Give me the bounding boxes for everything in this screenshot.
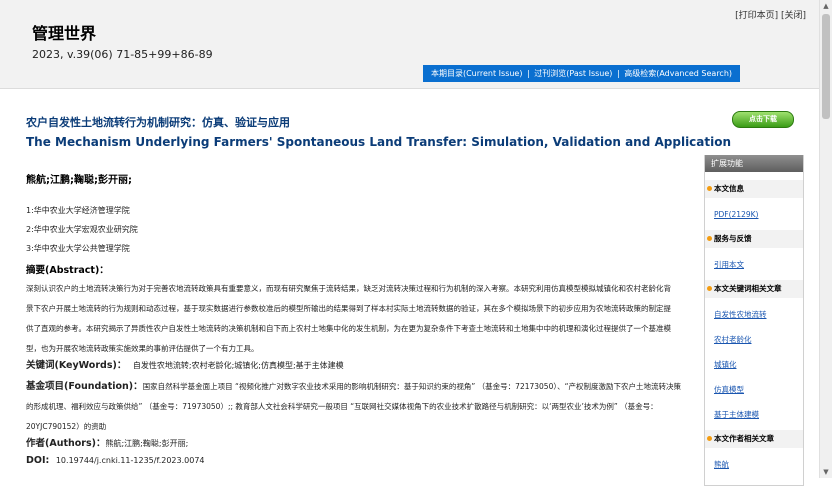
keyword-link[interactable]: 自发性农地流转	[714, 309, 767, 320]
section-service: 服务与反馈	[705, 230, 803, 248]
authors-line: 熊航;江鹏;鞠聪;彭开丽;	[26, 175, 132, 186]
past-issue-link[interactable]: 过刊浏览(Past Issue)	[534, 69, 612, 78]
authors-text: 熊航;江鹏;鞠聪;彭开丽;	[105, 439, 189, 448]
extension-panel-header: 扩展功能	[705, 155, 803, 172]
keyword-link[interactable]: 农村老龄化	[714, 334, 752, 345]
issue-info: 2023, v.39(06) 71-85+99+86-89	[32, 48, 213, 61]
top-links: [打印本页] [关闭]	[735, 8, 806, 21]
authors-label: 作者(Authors)：	[26, 438, 106, 449]
scroll-down-icon[interactable]: ▼	[820, 466, 832, 478]
scroll-up-icon[interactable]: ▲	[820, 0, 832, 12]
keyword-link[interactable]: 仿真模型	[714, 384, 744, 395]
nav-separator: |	[616, 69, 620, 78]
doi-text: 10.19744/j.cnki.11-1235/f.2023.0074	[55, 456, 205, 465]
author-link[interactable]: 熊航	[714, 459, 729, 470]
section-keyword-articles: 本文关键词相关文章	[705, 280, 803, 298]
current-issue-link[interactable]: 本期目录(Current Issue)	[431, 69, 523, 78]
keyword-link[interactable]: 城镇化	[714, 359, 737, 370]
doi-label: DOI:	[26, 455, 50, 466]
pdf-link[interactable]: PDF(2129K)	[714, 210, 758, 219]
extension-panel: 扩展功能 本文信息 PDF(2129K) 服务与反馈 引用本文 本文关键词相关文…	[704, 155, 804, 486]
keywords-label: 关键词(KeyWords)：	[26, 360, 127, 371]
advanced-search-link[interactable]: 高级检索(Advanced Search)	[624, 69, 732, 78]
page-header: 管理世界 2023, v.39(06) 71-85+99+86-89 [打印本页…	[0, 0, 820, 89]
close-link[interactable]: [关闭]	[781, 11, 806, 21]
scroll-thumb[interactable]	[822, 14, 830, 119]
abstract-label: 摘要(Abstract)：	[26, 265, 109, 276]
keyword-link[interactable]: 基于主体建模	[714, 409, 759, 420]
keywords-text: 自发性农地流转;农村老龄化;城镇化;仿真模型;基于主体建模	[132, 361, 344, 370]
authors-row: 作者(Authors)：熊航;江鹏;鞠聪;彭开丽;	[26, 435, 188, 449]
section-article-info: 本文信息	[705, 180, 803, 198]
funding-label: 基金项目(Foundation)：	[26, 381, 143, 392]
abstract-text: 深刻认识农户的土地流转决策行为对于完善农地流转政策具有重要意义，而现有研究聚焦于…	[26, 284, 671, 353]
affiliation: 3:华中农业大学公共管理学院	[26, 244, 130, 253]
affiliation: 1:华中农业大学经济管理学院	[26, 206, 130, 215]
funding-row: 基金项目(Foundation)：国家自然科学基金面上项目 “视频化推广对数字农…	[26, 377, 686, 437]
article-title-cn: 农户自发性土地流转行为机制研究：仿真、验证与应用	[26, 116, 290, 129]
journal-title: 管理世界	[32, 24, 97, 43]
vertical-scrollbar[interactable]: ▲ ▼	[819, 0, 832, 478]
article-title-en: The Mechanism Underlying Farmers' Sponta…	[26, 135, 732, 149]
download-button[interactable]: 点击下载	[732, 111, 794, 128]
cite-link[interactable]: 引用本文	[714, 259, 744, 270]
print-link[interactable]: [打印本页]	[735, 11, 778, 21]
issue-nav-bar: 本期目录(Current Issue) | 过刊浏览(Past Issue) |…	[423, 65, 740, 82]
affiliation: 2:华中农业大学宏观农业研究院	[26, 225, 138, 234]
section-author-articles: 本文作者相关文章	[705, 430, 803, 448]
nav-separator: |	[527, 69, 530, 78]
doi-row: DOI: 10.19744/j.cnki.11-1235/f.2023.0074	[26, 455, 205, 466]
keywords-row: 关键词(KeyWords)： 自发性农地流转;农村老龄化;城镇化;仿真模型;基于…	[26, 357, 686, 371]
